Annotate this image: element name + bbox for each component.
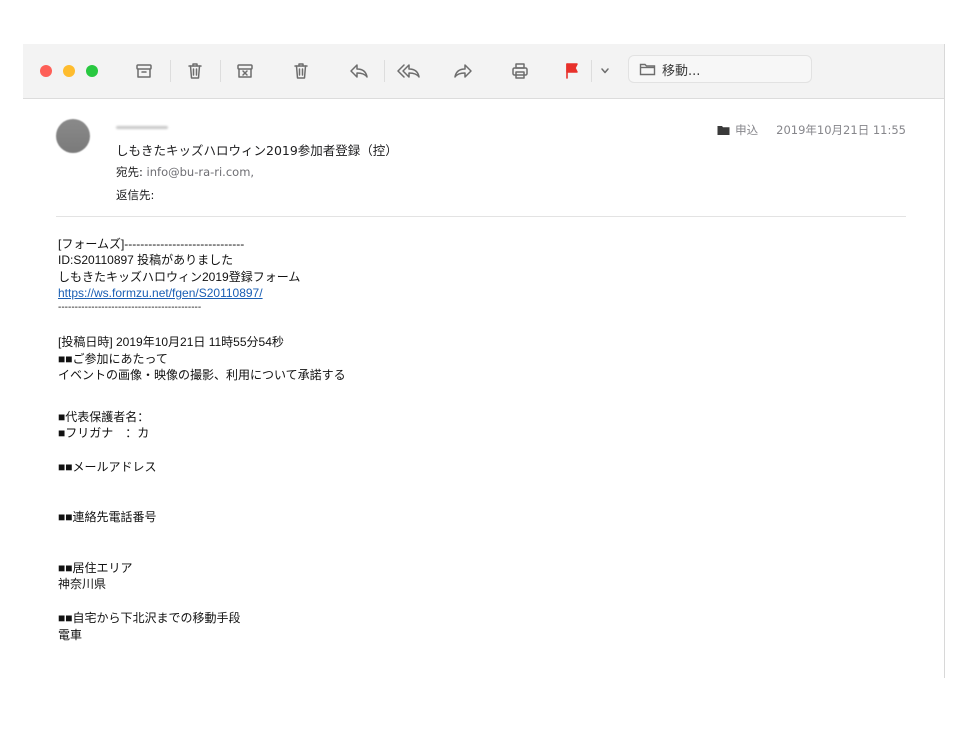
mail-window: 移動... しもきたキッズハロウィン2019参加者登録（控） 宛先: info@…: [23, 44, 945, 678]
body-line: ■フリガナ ：カ: [58, 426, 150, 440]
mailbox-name: 申込: [735, 123, 759, 137]
body-line: ----------------------------------------…: [58, 302, 202, 313]
junk-icon[interactable]: [231, 57, 259, 85]
body-line: イベントの画像・映像の撮影、利用について承諾する: [58, 368, 346, 382]
body-line: しもきたキッズハロウィン2019登録フォーム: [58, 270, 301, 284]
to-label: 宛先:: [116, 165, 143, 179]
reply-all-icon[interactable]: [395, 57, 423, 85]
forward-icon[interactable]: [449, 57, 477, 85]
body-line: ■■連絡先電話番号: [58, 510, 157, 524]
message-date: 2019年10月21日 11:55: [776, 123, 906, 137]
body-line: ■■居住エリア: [58, 561, 133, 575]
flag-icon[interactable]: [558, 57, 586, 85]
to-line: 宛先: info@bu-ra-ri.com,: [116, 164, 254, 180]
mailbox-folder-icon: [717, 125, 730, 135]
minimize-window-button[interactable]: [63, 65, 75, 77]
form-link[interactable]: https://ws.formzu.net/fgen/S20110897/: [58, 285, 263, 301]
print-icon[interactable]: [506, 57, 534, 85]
flag-menu-chevron-down-icon[interactable]: [591, 57, 619, 85]
sender-name-redacted: [116, 126, 168, 129]
move-to-mailbox-button[interactable]: 移動...: [628, 55, 812, 83]
archive-icon[interactable]: [130, 57, 158, 85]
body-line: [投稿日時] 2019年10月21日 11時55分54秒: [58, 335, 284, 349]
close-window-button[interactable]: [40, 65, 52, 77]
message-header: しもきたキッズハロウィン2019参加者登録（控） 宛先: info@bu-ra-…: [56, 119, 906, 217]
header-divider: [56, 216, 906, 217]
move-label: 移動...: [662, 63, 701, 79]
toolbar: 移動...: [23, 44, 944, 99]
message-subject: しもきたキッズハロウィン2019参加者登録（控）: [116, 143, 398, 158]
to-address[interactable]: info@bu-ra-ri.com,: [147, 165, 255, 179]
body-line: 電車: [58, 628, 83, 642]
body-line: ID:S20110897 投稿がありました: [58, 253, 234, 267]
body-line: 神奈川県: [58, 577, 107, 591]
body-line: [フォームズ]------------------------------: [58, 237, 245, 251]
body-line: ■■自宅から下北沢までの移動手段: [58, 611, 241, 625]
body-line: ■■ご参加にあたって: [58, 352, 168, 366]
reply-icon[interactable]: [345, 57, 373, 85]
trash-icon[interactable]: [181, 57, 209, 85]
folder-icon: [639, 63, 656, 76]
reply-to-label: 返信先:: [116, 188, 155, 202]
delete-icon[interactable]: [287, 57, 315, 85]
body-line: ■代表保護者名：: [58, 410, 150, 424]
message-meta: 申込 2019年10月21日 11:55: [717, 122, 906, 138]
avatar: [56, 119, 90, 153]
zoom-window-button[interactable]: [86, 65, 98, 77]
body-line: ■■メールアドレス: [58, 460, 157, 474]
mailbox-tag[interactable]: 申込: [717, 122, 758, 138]
